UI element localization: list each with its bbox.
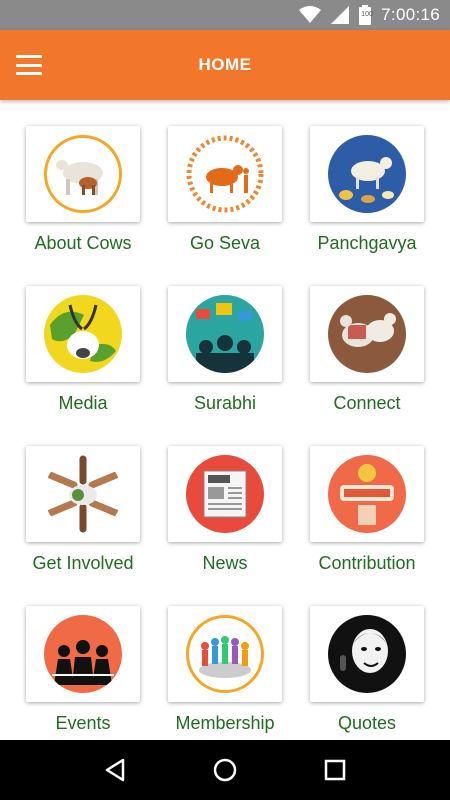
home-icon[interactable]	[205, 750, 245, 790]
menu-card[interactable]	[168, 446, 282, 542]
cow-icon	[44, 135, 122, 213]
menu-item-label: Connect	[333, 393, 401, 413]
menu-item-label: About Cows	[34, 233, 132, 253]
battery-icon: 100	[359, 5, 373, 25]
menu-item-go-seva[interactable]: Go Seva	[154, 100, 296, 260]
menu-card[interactable]	[26, 126, 140, 222]
menu-item-get-involved[interactable]: Get Involved	[12, 420, 154, 580]
menu-item-events[interactable]: Events	[12, 580, 154, 740]
menu-item-media[interactable]: Media	[12, 260, 154, 420]
menu-card[interactable]	[310, 606, 424, 702]
battery-level: 100	[361, 11, 373, 18]
menu-item-label: Quotes	[337, 713, 397, 733]
menu-item-connect[interactable]: Connect	[296, 260, 438, 420]
menu-item-about-cows[interactable]: About Cows	[12, 100, 154, 260]
menu-item-label: Events	[55, 713, 111, 733]
decorated-cows-icon	[328, 295, 406, 373]
system-nav-bar	[0, 740, 450, 800]
members-circle-icon	[186, 615, 264, 693]
status-bar: 100 7:00:16	[0, 0, 450, 30]
signal-icon	[331, 6, 350, 24]
menu-item-label: Surabhi	[193, 393, 257, 413]
crowd-media-icon	[186, 295, 264, 373]
menu-item-label: Panchgavya	[317, 233, 417, 253]
menu-item-contribution[interactable]: Contribution	[296, 420, 438, 580]
menu-item-quotes[interactable]: Quotes	[296, 580, 438, 740]
page-title: HOME	[198, 55, 252, 74]
menu-card[interactable]	[310, 126, 424, 222]
menu-item-news[interactable]: News	[154, 420, 296, 580]
menu-item-surabhi[interactable]: Surabhi	[154, 260, 296, 420]
globe-cow-icon	[44, 295, 122, 373]
menu-item-label: Go Seva	[189, 233, 261, 253]
menu-item-label: Get Involved	[32, 553, 134, 573]
menu-card[interactable]	[168, 606, 282, 702]
menu-item-label: Contribution	[318, 553, 416, 573]
hands-cow-icon	[44, 455, 122, 533]
menu-item-label: News	[202, 553, 248, 573]
menu-card[interactable]	[310, 446, 424, 542]
people-events-icon	[44, 615, 122, 693]
menu-card[interactable]	[26, 446, 140, 542]
cow-products-icon	[328, 135, 406, 213]
menu-card[interactable]	[26, 286, 140, 382]
sun-cow-icon	[186, 135, 264, 213]
clock: 7:00:16	[381, 5, 440, 24]
app-bar: HOME	[0, 30, 450, 100]
wifi-icon	[299, 6, 322, 24]
menu-card[interactable]	[168, 286, 282, 382]
hamburger-menu-icon[interactable]	[14, 52, 44, 78]
menu-item-label: Media	[58, 393, 108, 413]
menu-grid: About Cows Go Seva Panchgavya Media Sura…	[0, 100, 450, 740]
back-icon[interactable]	[95, 750, 135, 790]
menu-card[interactable]	[310, 286, 424, 382]
menu-item-label: Membership	[175, 713, 275, 733]
menu-card[interactable]	[26, 606, 140, 702]
portrait-quote-icon	[328, 615, 406, 693]
menu-card[interactable]	[168, 126, 282, 222]
menu-item-panchgavya[interactable]: Panchgavya	[296, 100, 438, 260]
recents-icon[interactable]	[315, 750, 355, 790]
menu-item-membership[interactable]: Membership	[154, 580, 296, 740]
newspaper-icon	[186, 455, 264, 533]
donate-icon	[328, 455, 406, 533]
